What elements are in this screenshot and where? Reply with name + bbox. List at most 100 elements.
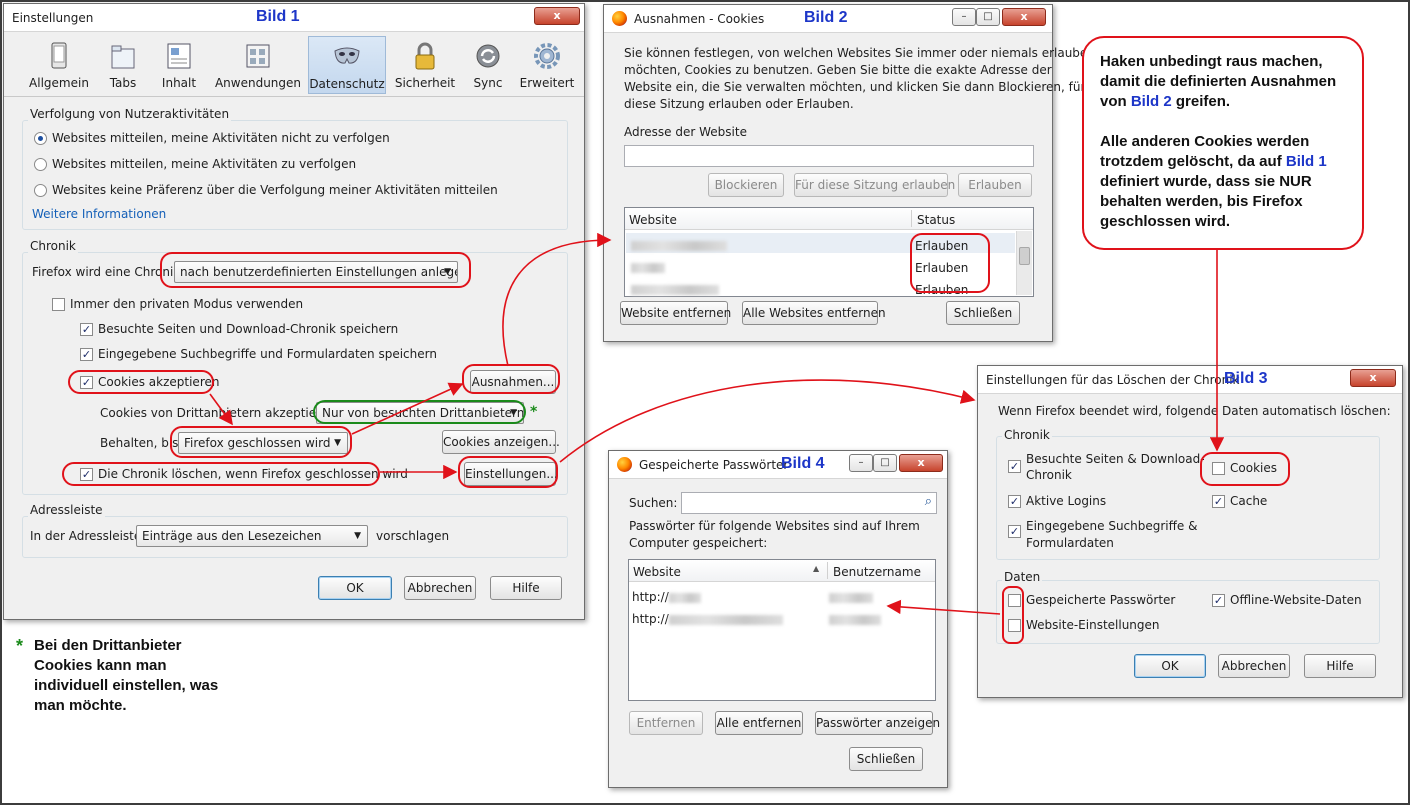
- blurred-website: [631, 263, 665, 273]
- search-input[interactable]: ⌕: [681, 492, 937, 514]
- address-bar-label: In der Adressleiste: [30, 529, 142, 543]
- lock-icon: [415, 42, 435, 70]
- tab-erweitert[interactable]: Erweitert: [516, 36, 578, 94]
- help-button[interactable]: Hilfe: [1304, 654, 1376, 678]
- close-dialog-button[interactable]: Schließen: [849, 747, 923, 771]
- note-line: geschlossen wird.: [1100, 213, 1231, 230]
- scrollbar[interactable]: [1016, 231, 1032, 295]
- note-text: greifen.: [1171, 93, 1231, 110]
- block-button[interactable]: Blockieren: [708, 173, 784, 197]
- history-group-label: Chronik: [28, 239, 78, 253]
- address-label: Adresse der Website: [624, 125, 747, 139]
- general-icon: [51, 42, 67, 69]
- column-status[interactable]: Status: [917, 213, 955, 227]
- saved-passwords-window: Gespeicherte Passwörter Bild 4 – □ x Suc…: [608, 450, 948, 788]
- history-group-label: Chronik: [1002, 428, 1052, 442]
- close-button[interactable]: x: [899, 454, 943, 472]
- allow-button[interactable]: Erlauben: [958, 173, 1032, 197]
- tab-label: Sicherheit: [394, 76, 456, 90]
- tracking-option-label: Websites mitteilen, meine Aktivitäten ni…: [52, 131, 390, 145]
- note-bild-ref: Bild 2: [1130, 93, 1172, 110]
- remove-all-button[interactable]: Alle entfernen: [715, 711, 803, 735]
- address-bar-group-label: Adressleiste: [28, 503, 105, 517]
- maximize-button[interactable]: □: [976, 8, 1000, 26]
- close-button[interactable]: x: [534, 7, 580, 25]
- website-address-input[interactable]: [624, 145, 1034, 167]
- remove-button[interactable]: Entfernen: [629, 711, 703, 735]
- column-website[interactable]: Website: [633, 565, 681, 579]
- offline-data-label: Offline-Website-Daten: [1230, 593, 1362, 607]
- cancel-button[interactable]: Abbrechen: [1218, 654, 1290, 678]
- ok-button[interactable]: OK: [1134, 654, 1206, 678]
- offline-data-checkbox[interactable]: ✓: [1212, 594, 1225, 607]
- cancel-button[interactable]: Abbrechen: [404, 576, 476, 600]
- search-form-checkbox[interactable]: ✓: [80, 348, 93, 361]
- minimize-button[interactable]: –: [849, 454, 873, 472]
- clear-on-close-highlight: [62, 462, 380, 486]
- show-passwords-button[interactable]: Passwörter anzeigen: [815, 711, 940, 735]
- visited-pages-label: Besuchte Seiten und Download-Chronik spe…: [98, 322, 399, 336]
- exceptions-button-highlight: [462, 364, 560, 394]
- description-line: diese Sitzung erlauben oder Erlauben.: [624, 97, 854, 111]
- visited-pages-checkbox[interactable]: ✓: [80, 323, 93, 336]
- close-button[interactable]: x: [1350, 369, 1396, 387]
- tab-sicherheit[interactable]: Sicherheit: [390, 36, 460, 94]
- column-website[interactable]: Website: [629, 213, 677, 227]
- intro-text: Wenn Firefox beendet wird, folgende Date…: [998, 404, 1391, 418]
- tracking-radio-dnt[interactable]: [34, 132, 47, 145]
- accept-cookies-highlight: [68, 370, 214, 394]
- help-button[interactable]: Hilfe: [490, 576, 562, 600]
- cache-checkbox[interactable]: ✓: [1212, 495, 1225, 508]
- third-party-highlight: [313, 400, 526, 424]
- tab-tabs[interactable]: Tabs: [100, 36, 146, 94]
- remove-website-button[interactable]: Website entfernen: [620, 301, 731, 325]
- visited-label: Besuchte Seiten & Download-: [1026, 452, 1205, 466]
- passwords-list[interactable]: Website ▲ Benutzername http:// http://: [628, 559, 936, 701]
- address-bar-select[interactable]: Einträge aus den Lesezeichen ▼: [136, 525, 368, 547]
- title-bar: Einstellungen Bild 1 x: [4, 4, 584, 32]
- tab-label: Datenschutz: [309, 77, 385, 91]
- minimize-button[interactable]: –: [952, 8, 976, 26]
- allow-session-button[interactable]: Für diese Sitzung erlauben: [794, 173, 955, 197]
- cache-label: Cache: [1230, 494, 1268, 508]
- note-text: von: [1100, 93, 1131, 110]
- description-line: möchten, Cookies zu benutzen. Geben Sie …: [624, 63, 1052, 77]
- search-form-label: Eingegebene Suchbegriffe &: [1026, 519, 1198, 533]
- tab-sync[interactable]: Sync: [464, 36, 512, 94]
- note-line: trotzdem gelöscht, da auf Bild 1: [1100, 152, 1346, 172]
- preferences-window: Einstellungen Bild 1 x Allgemein Tabs In…: [3, 3, 585, 620]
- remove-all-websites-button[interactable]: Alle Websites entfernen: [742, 301, 886, 325]
- note-line: damit die definierten Ausnahmen: [1100, 73, 1337, 90]
- search-icon: ⌕: [924, 494, 932, 509]
- data-checkboxes-highlight: [1002, 586, 1024, 644]
- note-line: Alle anderen Cookies werden: [1100, 133, 1310, 150]
- tab-datenschutz[interactable]: Datenschutz: [308, 36, 386, 94]
- more-info-link[interactable]: Weitere Informationen: [32, 207, 166, 221]
- status-column-highlight: [910, 233, 990, 293]
- tabs-icon: [111, 45, 135, 69]
- gear-icon: [534, 43, 560, 69]
- description-line: Sie können festlegen, von welchen Websit…: [624, 46, 1095, 60]
- privacy-mask-icon: [334, 47, 360, 64]
- annotation-note: Haken unbedingt raus machen, damit die d…: [1082, 36, 1364, 250]
- tab-anwendungen[interactable]: Anwendungen: [210, 36, 306, 94]
- logins-checkbox[interactable]: ✓: [1008, 495, 1021, 508]
- close-button[interactable]: x: [1002, 8, 1046, 26]
- logins-label: Aktive Logins: [1026, 494, 1107, 508]
- search-form-checkbox[interactable]: ✓: [1008, 525, 1021, 538]
- tracking-radio-track[interactable]: [34, 158, 47, 171]
- maximize-button[interactable]: □: [873, 454, 897, 472]
- show-cookies-button[interactable]: Cookies anzeigen...: [442, 430, 560, 454]
- tab-inhalt[interactable]: Inhalt: [152, 36, 206, 94]
- visited-checkbox[interactable]: ✓: [1008, 460, 1021, 473]
- column-username[interactable]: Benutzername: [833, 565, 921, 579]
- sync-icon: [476, 44, 500, 68]
- keep-until-highlight: [170, 426, 352, 458]
- tracking-radio-none[interactable]: [34, 184, 47, 197]
- ok-button[interactable]: OK: [318, 576, 392, 600]
- search-label: Suchen:: [629, 496, 678, 510]
- scrollbar-thumb[interactable]: [1019, 247, 1030, 265]
- private-mode-checkbox[interactable]: [52, 298, 65, 311]
- close-dialog-button[interactable]: Schließen: [946, 301, 1020, 325]
- tab-allgemein[interactable]: Allgemein: [22, 36, 96, 94]
